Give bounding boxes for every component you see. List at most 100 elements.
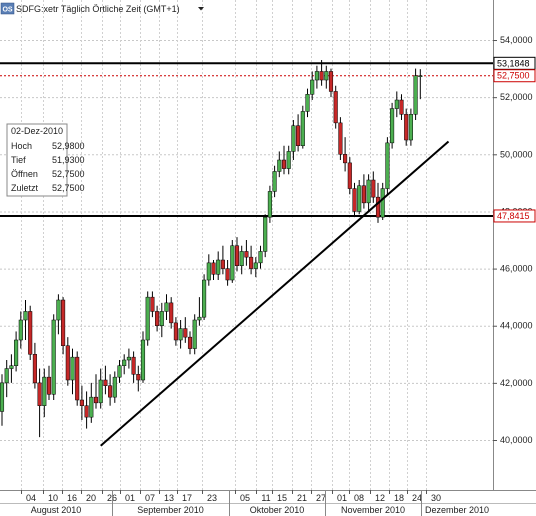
candle-up	[51, 319, 56, 395]
y-tick-label: 54,0000	[500, 35, 533, 45]
x-tick-label: 17	[182, 493, 192, 503]
candle-down	[103, 379, 108, 386]
candle-down	[169, 302, 174, 324]
candle-up	[117, 365, 122, 378]
y-tick-label: 52,0000	[500, 92, 533, 102]
candle-up	[0, 382, 5, 412]
candle-down	[352, 188, 357, 212]
candle-down	[173, 322, 178, 341]
candle-up	[178, 328, 183, 341]
candle-up	[418, 75, 423, 77]
info-row-value-high: 52,9800	[52, 141, 85, 151]
candle-up	[413, 75, 418, 115]
candle-down	[28, 311, 33, 355]
price-tag-label: 47,8415	[497, 211, 530, 221]
candle-up	[408, 114, 413, 141]
candle-up	[258, 251, 263, 264]
candle-up	[314, 71, 319, 81]
candle-down	[46, 376, 52, 395]
candle-down	[211, 262, 216, 275]
candle-up	[366, 179, 371, 204]
x-tick-label: 04	[26, 493, 36, 503]
candle-up	[380, 188, 385, 218]
candle-up	[305, 94, 310, 112]
x-tick-label: 20	[86, 493, 96, 503]
candle-up	[286, 151, 291, 169]
candle-down	[333, 91, 338, 124]
candle-up	[14, 339, 19, 366]
candle-down	[65, 345, 70, 381]
candle-up	[89, 396, 94, 418]
info-row-label-open: Öffnen	[11, 169, 38, 179]
candle-down	[234, 245, 240, 266]
stock-chart[interactable]: 40,000042,000044,000046,000048,000050,00…	[0, 0, 536, 516]
month-label: November 2010	[341, 505, 405, 515]
candle-up	[253, 262, 258, 269]
x-tick-label: 10	[48, 493, 58, 503]
candle-up	[164, 302, 169, 312]
chart-header: OS SDFG:xetr Täglich Örtliche Zeit (GMT+…	[0, 2, 204, 15]
candle-up	[56, 299, 61, 321]
x-tick-label: 07	[145, 493, 155, 503]
candle-down	[375, 196, 381, 218]
symbol-badge-label: OS	[2, 7, 12, 14]
candle-up	[216, 259, 221, 275]
y-tick-label: 40,0000	[500, 435, 533, 445]
candle-down	[75, 356, 80, 401]
candle-down	[93, 396, 99, 404]
info-row-label-low: Tief	[11, 155, 26, 165]
candle-down	[249, 256, 254, 269]
candle-down	[150, 296, 155, 312]
candle-down	[399, 99, 404, 115]
month-label: September 2010	[137, 505, 204, 515]
candle-down	[404, 114, 409, 141]
y-tick-label: 42,0000	[500, 378, 533, 388]
candle-up	[70, 356, 75, 381]
candle-up	[18, 319, 23, 341]
month-label: Dezember 2010	[425, 505, 489, 515]
candle-up	[112, 376, 117, 398]
candle-up	[192, 319, 197, 349]
candle-up	[4, 368, 9, 384]
candle-down	[108, 385, 113, 398]
info-row-value-open: 52,7500	[52, 169, 85, 179]
info-row-value-low: 51,9300	[52, 155, 85, 165]
candle-down	[84, 405, 89, 418]
price-tag-label: 52,7500	[497, 71, 530, 81]
candle-up	[9, 365, 14, 369]
chart-title[interactable]: SDFG:xetr Täglich Örtliche Zeit (GMT+1)	[16, 4, 180, 14]
y-axis: 40,000042,000044,000046,000048,000050,00…	[493, 35, 533, 445]
candle-up	[202, 279, 207, 318]
candle-up	[277, 159, 282, 172]
info-row-label-high: Hoch	[11, 141, 32, 151]
candle-up	[357, 185, 362, 212]
candle-down	[338, 122, 343, 155]
candle-up	[145, 296, 150, 341]
x-tick-label: 15	[277, 493, 287, 503]
y-tick-label: 50,0000	[500, 149, 533, 159]
info-row-value-last: 52,7500	[52, 183, 85, 193]
candle-up	[394, 99, 399, 109]
candle-down	[361, 185, 366, 204]
month-label: Oktober 2010	[250, 505, 305, 515]
candle-down	[347, 162, 352, 189]
candle-down	[343, 154, 348, 164]
candle-up	[197, 316, 202, 321]
candle-down	[183, 328, 188, 338]
candle-down	[131, 356, 136, 375]
x-tick-label: 01	[125, 493, 135, 503]
candle-up	[267, 191, 272, 218]
x-tick-label: 01	[337, 493, 347, 503]
x-tick-label: 27	[316, 493, 326, 503]
candle-down	[296, 125, 301, 146]
candle-up	[98, 379, 103, 404]
price-tag-label: 53,1848	[497, 58, 530, 68]
x-tick-label: 23	[207, 493, 217, 503]
candle-up	[230, 245, 235, 281]
x-tick-label: 12	[375, 493, 385, 503]
candle-down	[79, 399, 84, 406]
candle-down	[32, 354, 37, 384]
candle-down	[37, 382, 42, 406]
candle-up	[385, 142, 390, 189]
x-tick-label: 24	[412, 493, 422, 503]
